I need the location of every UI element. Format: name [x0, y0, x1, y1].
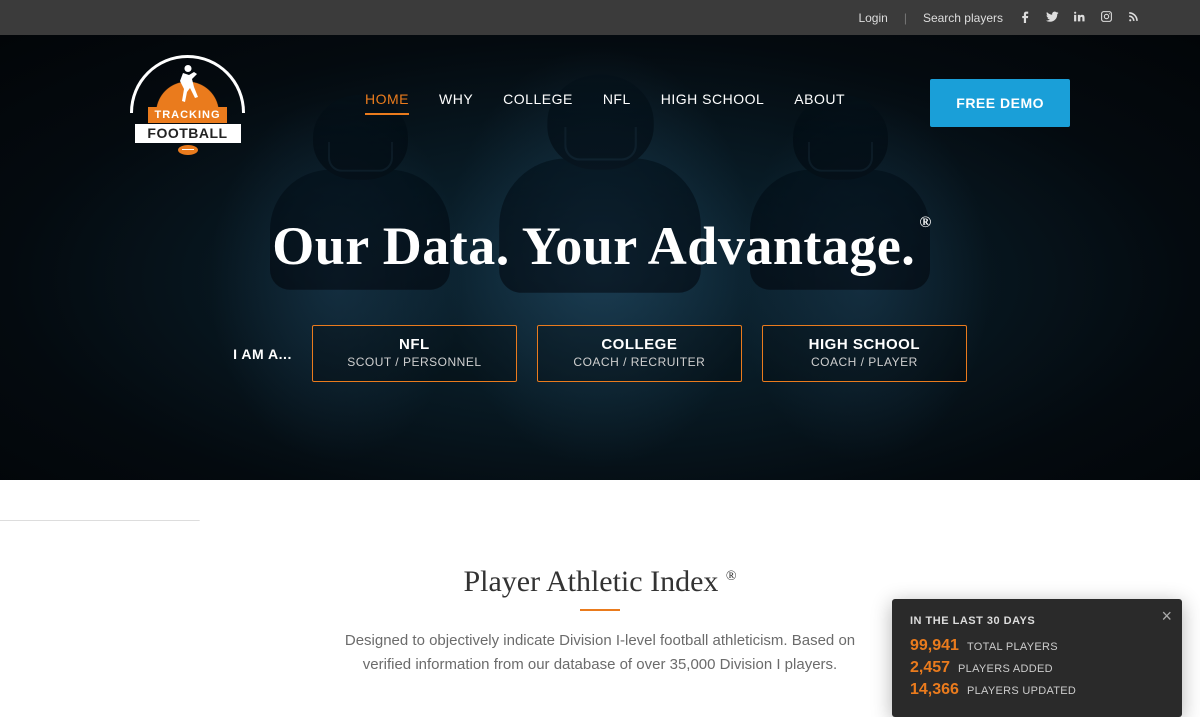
- diagonal-decoration: [0, 520, 200, 660]
- instagram-icon[interactable]: [1100, 10, 1113, 26]
- twitter-icon[interactable]: [1046, 10, 1059, 26]
- stat-label: PLAYERS ADDED: [958, 663, 1053, 675]
- rss-icon[interactable]: [1127, 10, 1140, 26]
- nav-college[interactable]: COLLEGE: [503, 91, 573, 115]
- nav-home[interactable]: HOME: [365, 91, 409, 115]
- nav-links: HOME WHY COLLEGE NFL HIGH SCHOOL ABOUT: [365, 91, 845, 115]
- section-title: Player Athletic Index ®: [40, 565, 1160, 599]
- nav-why[interactable]: WHY: [439, 91, 473, 115]
- stat-row: 99,941 TOTAL PLAYERS: [910, 637, 1164, 655]
- nav-about[interactable]: ABOUT: [794, 91, 845, 115]
- registered-mark: ®: [919, 214, 931, 231]
- stats-header: IN THE LAST 30 DAYS: [910, 615, 1164, 627]
- nav-nfl[interactable]: NFL: [603, 91, 631, 115]
- stat-number: 99,941: [910, 637, 959, 655]
- stat-number: 14,366: [910, 681, 959, 699]
- section-body: Designed to objectively indicate Divisio…: [320, 629, 880, 677]
- hero-section: TRACKING FOOTBALL HOME WHY COLLEGE NFL H…: [0, 35, 1200, 480]
- linkedin-icon[interactable]: [1073, 10, 1086, 26]
- role-highschool-button[interactable]: HIGH SCHOOL COACH / PLAYER: [762, 325, 967, 382]
- role-selector: I AM A... NFL SCOUT / PERSONNEL COLLEGE …: [0, 325, 1200, 382]
- site-logo[interactable]: TRACKING FOOTBALL: [130, 55, 245, 150]
- search-players-link[interactable]: Search players: [923, 11, 1003, 25]
- free-demo-button[interactable]: FREE DEMO: [930, 79, 1070, 127]
- hero-content: Our Data. Your Advantage.® I AM A... NFL…: [0, 150, 1200, 382]
- stat-label: TOTAL PLAYERS: [967, 641, 1058, 653]
- hero-title: Our Data. Your Advantage.®: [272, 215, 928, 277]
- title-underline: [580, 609, 620, 611]
- stat-label: PLAYERS UPDATED: [967, 685, 1076, 697]
- role-label: I AM A...: [233, 346, 292, 362]
- login-link[interactable]: Login: [858, 11, 887, 25]
- role-nfl-button[interactable]: NFL SCOUT / PERSONNEL: [312, 325, 517, 382]
- social-icons: [1019, 10, 1140, 26]
- logo-text-1: TRACKING: [148, 107, 226, 123]
- facebook-icon[interactable]: [1019, 10, 1032, 26]
- nav-highschool[interactable]: HIGH SCHOOL: [661, 91, 765, 115]
- registered-mark: ®: [726, 569, 737, 584]
- stat-row: 2,457 PLAYERS ADDED: [910, 659, 1164, 677]
- stat-row: 14,366 PLAYERS UPDATED: [910, 681, 1164, 699]
- main-nav: TRACKING FOOTBALL HOME WHY COLLEGE NFL H…: [0, 35, 1200, 150]
- separator: |: [904, 11, 907, 25]
- top-utility-bar: Login | Search players: [0, 0, 1200, 35]
- close-icon[interactable]: ×: [1161, 607, 1172, 625]
- logo-text-2: FOOTBALL: [135, 124, 241, 143]
- stat-number: 2,457: [910, 659, 950, 677]
- stats-popup: × IN THE LAST 30 DAYS 99,941 TOTAL PLAYE…: [892, 599, 1182, 717]
- role-college-button[interactable]: COLLEGE COACH / RECRUITER: [537, 325, 742, 382]
